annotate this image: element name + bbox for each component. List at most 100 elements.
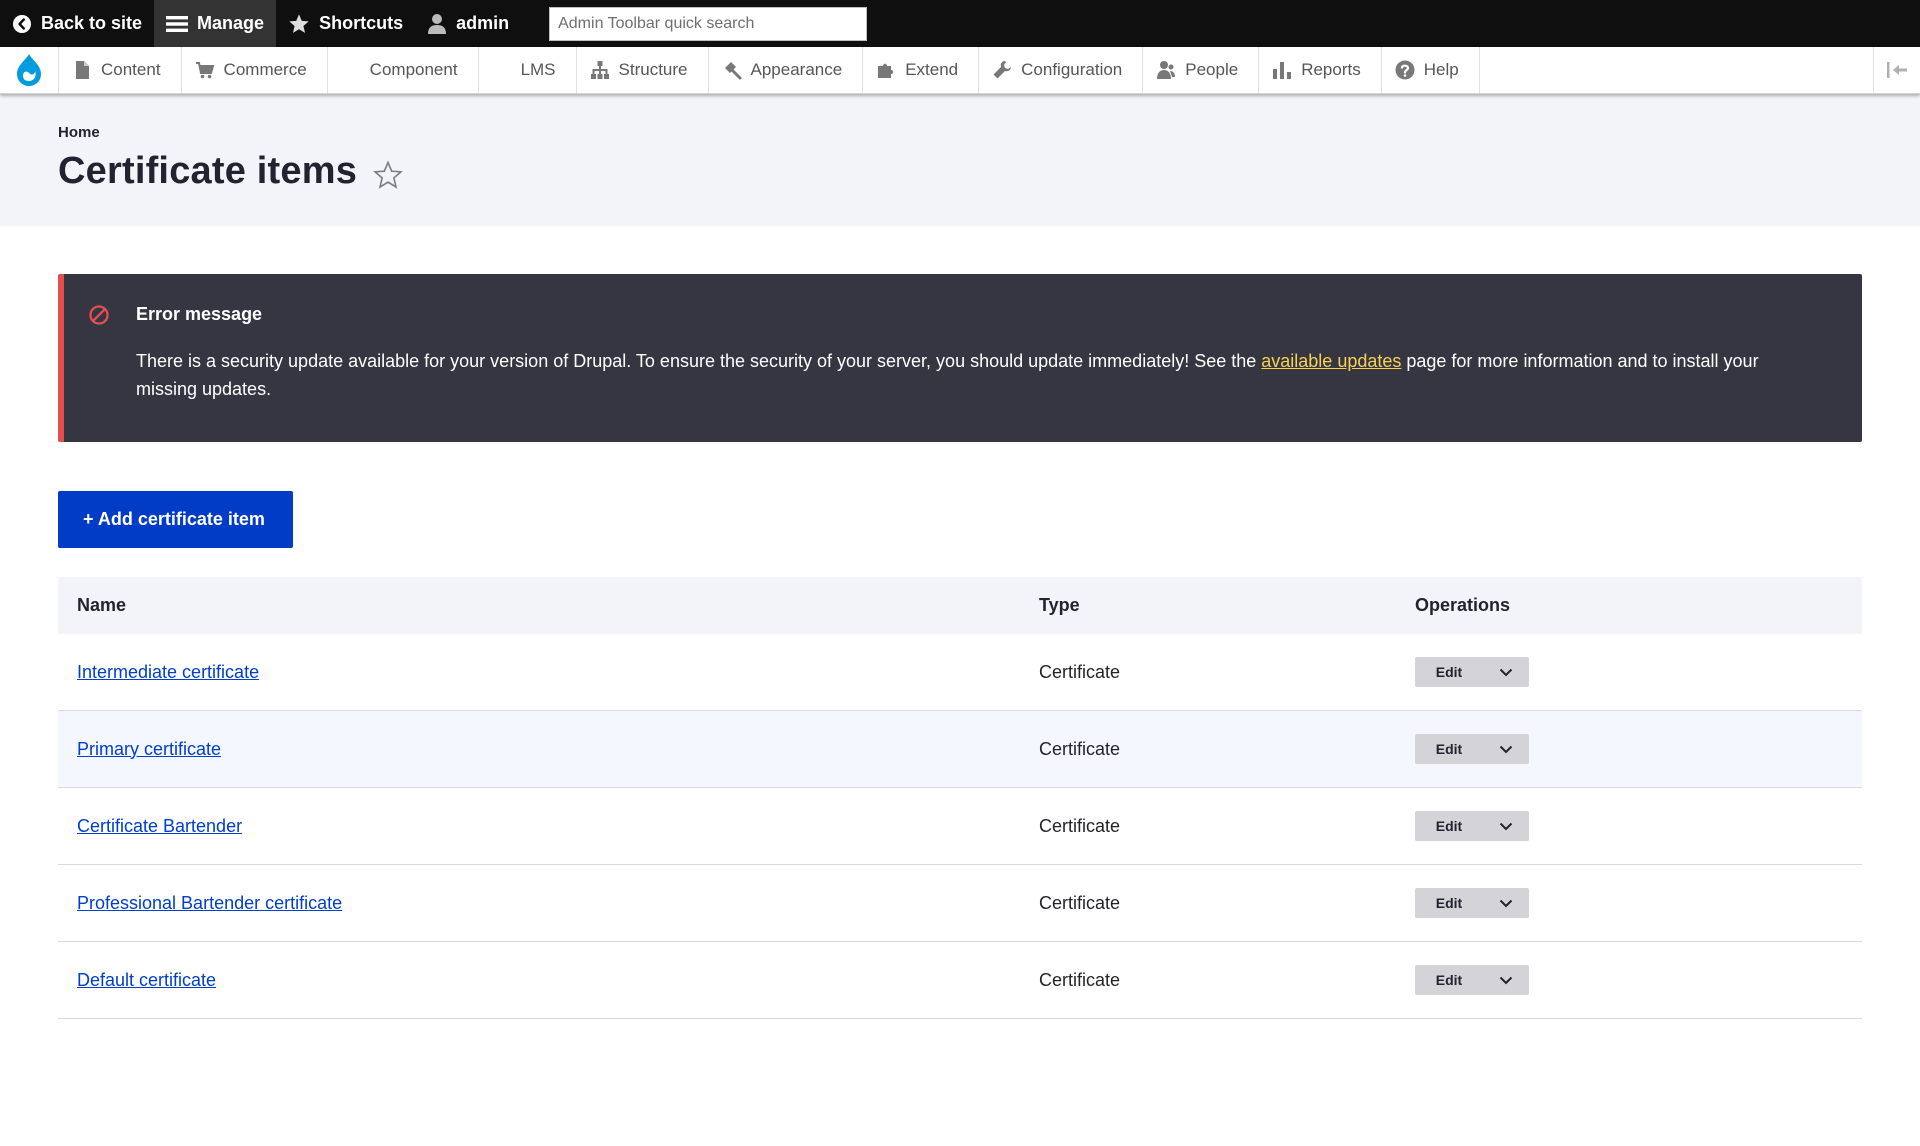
table-header-row: Name Type Operations: [58, 577, 1862, 634]
edit-button[interactable]: Edit: [1415, 965, 1483, 995]
dropbutton-toggle[interactable]: [1483, 734, 1529, 764]
back-arrow-icon: [13, 14, 31, 33]
add-shortcut-star-icon[interactable]: [373, 159, 403, 190]
bar-chart-icon: [1273, 62, 1292, 79]
user-tab[interactable]: admin: [415, 0, 521, 47]
row-name-link[interactable]: Primary certificate: [77, 739, 221, 759]
menu-content-label: Content: [101, 60, 161, 79]
manage-tab[interactable]: Manage: [154, 0, 277, 47]
menu-reports-label: Reports: [1301, 60, 1361, 79]
paintbrush-icon: [724, 62, 742, 80]
menu-reports[interactable]: Reports: [1259, 47, 1382, 93]
edit-button[interactable]: Edit: [1415, 657, 1483, 687]
hamburger-icon: [166, 15, 189, 32]
operations-dropbutton: Edit: [1415, 888, 1529, 918]
tray-orientation-toggle[interactable]: [1873, 47, 1920, 93]
admin-toolbar-search-input[interactable]: [549, 6, 868, 41]
column-header-operations: Operations: [1396, 577, 1862, 634]
breadcrumb-home[interactable]: Home: [58, 124, 100, 141]
add-certificate-item-button[interactable]: + Add certificate item: [58, 491, 293, 548]
table-row: Primary certificate Certificate Edit: [58, 710, 1862, 788]
menu-appearance[interactable]: Appearance: [709, 47, 864, 93]
sitemap-icon: [590, 61, 609, 79]
row-type: Certificate: [1020, 864, 1396, 942]
admin-menu-tray: Content Commerce Component LMS Structure…: [0, 47, 1920, 94]
people-icon: [1157, 61, 1176, 79]
menu-structure[interactable]: Structure: [577, 47, 709, 93]
menu-help[interactable]: Help: [1382, 47, 1480, 93]
chevron-down-icon: [1499, 745, 1513, 753]
tray-spacer: [1480, 47, 1873, 93]
chevron-down-icon: [1499, 822, 1513, 830]
edit-button[interactable]: Edit: [1415, 811, 1483, 841]
help-icon: [1395, 60, 1415, 80]
table-row: Default certificate Certificate Edit: [58, 941, 1862, 1019]
dropbutton-toggle[interactable]: [1483, 888, 1529, 918]
menu-component-label: Component: [369, 60, 458, 79]
available-updates-link[interactable]: available updates: [1261, 351, 1401, 371]
user-icon: [428, 13, 447, 34]
row-type: Certificate: [1020, 634, 1396, 711]
operations-dropbutton: Edit: [1415, 965, 1529, 995]
error-message-text: There is a security update available for…: [136, 347, 1822, 403]
admin-toolbar: Back to site Manage Shortcuts admin: [0, 0, 1920, 47]
dropbutton-toggle[interactable]: [1483, 811, 1529, 841]
row-name-link[interactable]: Default certificate: [77, 970, 216, 990]
menu-component[interactable]: Component: [328, 47, 479, 93]
column-header-name: Name: [58, 577, 1020, 634]
table-row: Certificate Bartender Certificate Edit: [58, 787, 1862, 865]
row-name-link[interactable]: Certificate Bartender: [77, 816, 242, 836]
chevron-down-icon: [1499, 976, 1513, 984]
error-icon: [89, 305, 109, 325]
menu-appearance-label: Appearance: [750, 60, 843, 79]
shortcuts-tab[interactable]: Shortcuts: [276, 0, 415, 47]
wrench-icon: [993, 61, 1012, 79]
menu-extend-label: Extend: [905, 60, 959, 79]
menu-content[interactable]: Content: [59, 47, 182, 93]
operations-dropbutton: Edit: [1415, 657, 1529, 687]
menu-extend[interactable]: Extend: [863, 47, 980, 93]
page-header: Home Certificate items: [0, 94, 1920, 226]
error-message: Error message There is a security update…: [58, 274, 1862, 442]
edit-button[interactable]: Edit: [1415, 734, 1483, 764]
dropbutton-toggle[interactable]: [1483, 657, 1529, 687]
row-type: Certificate: [1020, 941, 1396, 1019]
row-name-link[interactable]: Professional Bartender certificate: [77, 893, 342, 913]
dropbutton-toggle[interactable]: [1483, 965, 1529, 995]
operations-dropbutton: Edit: [1415, 734, 1529, 764]
menu-lms[interactable]: LMS: [479, 47, 577, 93]
manage-label: Manage: [197, 13, 265, 33]
menu-commerce-label: Commerce: [223, 60, 307, 79]
error-message-text-before: There is a security update available for…: [136, 351, 1262, 371]
table-row: Intermediate certificate Certificate Edi…: [58, 634, 1862, 711]
drupal-logo-link[interactable]: [0, 47, 59, 93]
row-name-link[interactable]: Intermediate certificate: [77, 662, 259, 682]
main-content: Error message There is a security update…: [0, 226, 1920, 1019]
menu-structure-label: Structure: [618, 60, 688, 79]
error-message-title: Error message: [136, 304, 263, 324]
star-filled-icon: [289, 13, 309, 33]
certificate-items-table: Name Type Operations Intermediate certif…: [58, 577, 1862, 1019]
row-type: Certificate: [1020, 787, 1396, 865]
back-to-site-link[interactable]: Back to site: [0, 0, 154, 47]
table-row: Professional Bartender certificate Certi…: [58, 864, 1862, 942]
menu-lms-label: LMS: [520, 60, 556, 79]
menu-configuration[interactable]: Configuration: [979, 47, 1144, 93]
back-to-site-label: Back to site: [41, 13, 143, 33]
row-type: Certificate: [1020, 710, 1396, 788]
puzzle-icon: [878, 63, 894, 78]
drupal-drop-icon: [17, 54, 41, 86]
collapse-arrow-icon: [1887, 62, 1907, 78]
cart-icon: [195, 62, 214, 79]
chevron-down-icon: [1499, 899, 1513, 907]
chevron-down-icon: [1499, 668, 1513, 676]
title-row: Certificate items: [58, 150, 1862, 193]
page-title: Certificate items: [58, 150, 358, 192]
file-icon: [76, 61, 89, 79]
edit-button[interactable]: Edit: [1415, 888, 1483, 918]
menu-people-label: People: [1185, 60, 1239, 79]
menu-help-label: Help: [1423, 60, 1459, 79]
menu-people[interactable]: People: [1143, 47, 1260, 93]
shortcuts-label: Shortcuts: [319, 13, 404, 33]
menu-commerce[interactable]: Commerce: [182, 47, 328, 93]
